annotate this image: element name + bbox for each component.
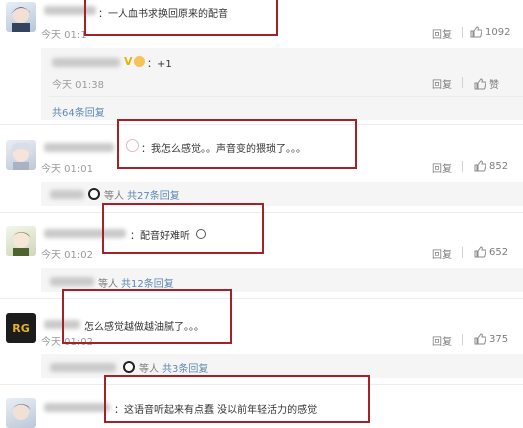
- divider: [462, 161, 463, 172]
- username-blurred: [50, 363, 116, 372]
- like-count: 852: [489, 160, 509, 172]
- username-blurred[interactable]: [44, 143, 114, 152]
- like-button[interactable]: 852: [474, 160, 508, 172]
- subreply-time: 今天 01:38: [52, 80, 104, 91]
- like-label: 赞: [489, 80, 499, 91]
- more-replies-prefix: 等人: [139, 364, 159, 375]
- reply-button[interactable]: 回复: [432, 160, 452, 175]
- more-replies-prefix: 等人: [98, 279, 118, 290]
- thumbs-up-icon: [474, 246, 486, 258]
- divider: [462, 27, 463, 38]
- more-replies-count[interactable]: 共3条回复: [162, 360, 208, 375]
- avatar[interactable]: [6, 398, 36, 428]
- avatar-anime-character-icon: [11, 404, 31, 420]
- more-replies-count[interactable]: 共12条回复: [121, 275, 174, 290]
- highlight-box: [84, 0, 278, 36]
- avatar[interactable]: RG: [6, 313, 36, 343]
- thumbs-up-icon: [474, 160, 486, 172]
- avatar-anime-character-icon: [11, 232, 31, 256]
- like-count: 652: [489, 246, 509, 258]
- highlight-box: [117, 119, 357, 169]
- thumbs-up-icon: [474, 77, 486, 89]
- username-blurred[interactable]: [44, 403, 110, 412]
- like-button[interactable]: 1092: [470, 26, 510, 38]
- avatar[interactable]: [6, 140, 36, 170]
- divider: [462, 77, 463, 88]
- highlight-box: [104, 375, 370, 423]
- like-button[interactable]: 652: [474, 246, 508, 258]
- more-replies-link[interactable]: 等人 共12条回复: [98, 275, 174, 290]
- reply-button[interactable]: 回复: [432, 333, 452, 348]
- comment-time: 今天 01:1: [41, 30, 87, 41]
- divider: [462, 247, 463, 258]
- more-replies-prefix: 等人: [104, 191, 124, 202]
- avatar[interactable]: [6, 226, 36, 256]
- thumbs-up-icon: [474, 333, 486, 345]
- divider: [462, 334, 463, 345]
- panda-emoji-icon: [123, 361, 135, 373]
- rng-logo-icon: RG: [12, 322, 30, 335]
- subreply-username-blurred[interactable]: [52, 58, 120, 67]
- username-blurred: [50, 190, 84, 199]
- comment-time: 今天 01:01: [41, 164, 93, 175]
- blushing-emoji-icon: [134, 56, 145, 67]
- view-all-replies-link[interactable]: 共64条回复: [52, 104, 105, 119]
- svg-text:RG: RG: [12, 322, 30, 335]
- subreply-like-button[interactable]: 赞: [474, 76, 499, 91]
- reply-button[interactable]: 回复: [432, 26, 452, 41]
- vip-icon: V: [124, 55, 133, 68]
- more-replies-count[interactable]: 共27条回复: [127, 187, 180, 202]
- thumbs-up-icon: [470, 26, 482, 38]
- panda-emoji-icon: [88, 188, 100, 200]
- highlight-box: [62, 289, 232, 344]
- subreply-reply-button[interactable]: 回复: [432, 76, 452, 91]
- like-count: 375: [489, 333, 509, 345]
- subreply-text: ：+1: [147, 59, 172, 70]
- reply-button[interactable]: 回复: [432, 246, 452, 261]
- highlight-box: [102, 203, 264, 254]
- more-replies-link[interactable]: 等人 共3条回复: [139, 360, 208, 375]
- avatar-anime-boy-icon: [11, 7, 31, 32]
- like-button[interactable]: 375: [474, 333, 508, 345]
- username-blurred: [50, 277, 94, 286]
- comment-time: 今天 01:02: [41, 250, 93, 261]
- like-count: 1092: [485, 26, 511, 38]
- divider: [49, 96, 523, 97]
- avatar-anime-girl-icon: [10, 142, 32, 170]
- avatar[interactable]: [6, 2, 36, 32]
- more-replies-link[interactable]: 等人 共27条回复: [104, 187, 180, 202]
